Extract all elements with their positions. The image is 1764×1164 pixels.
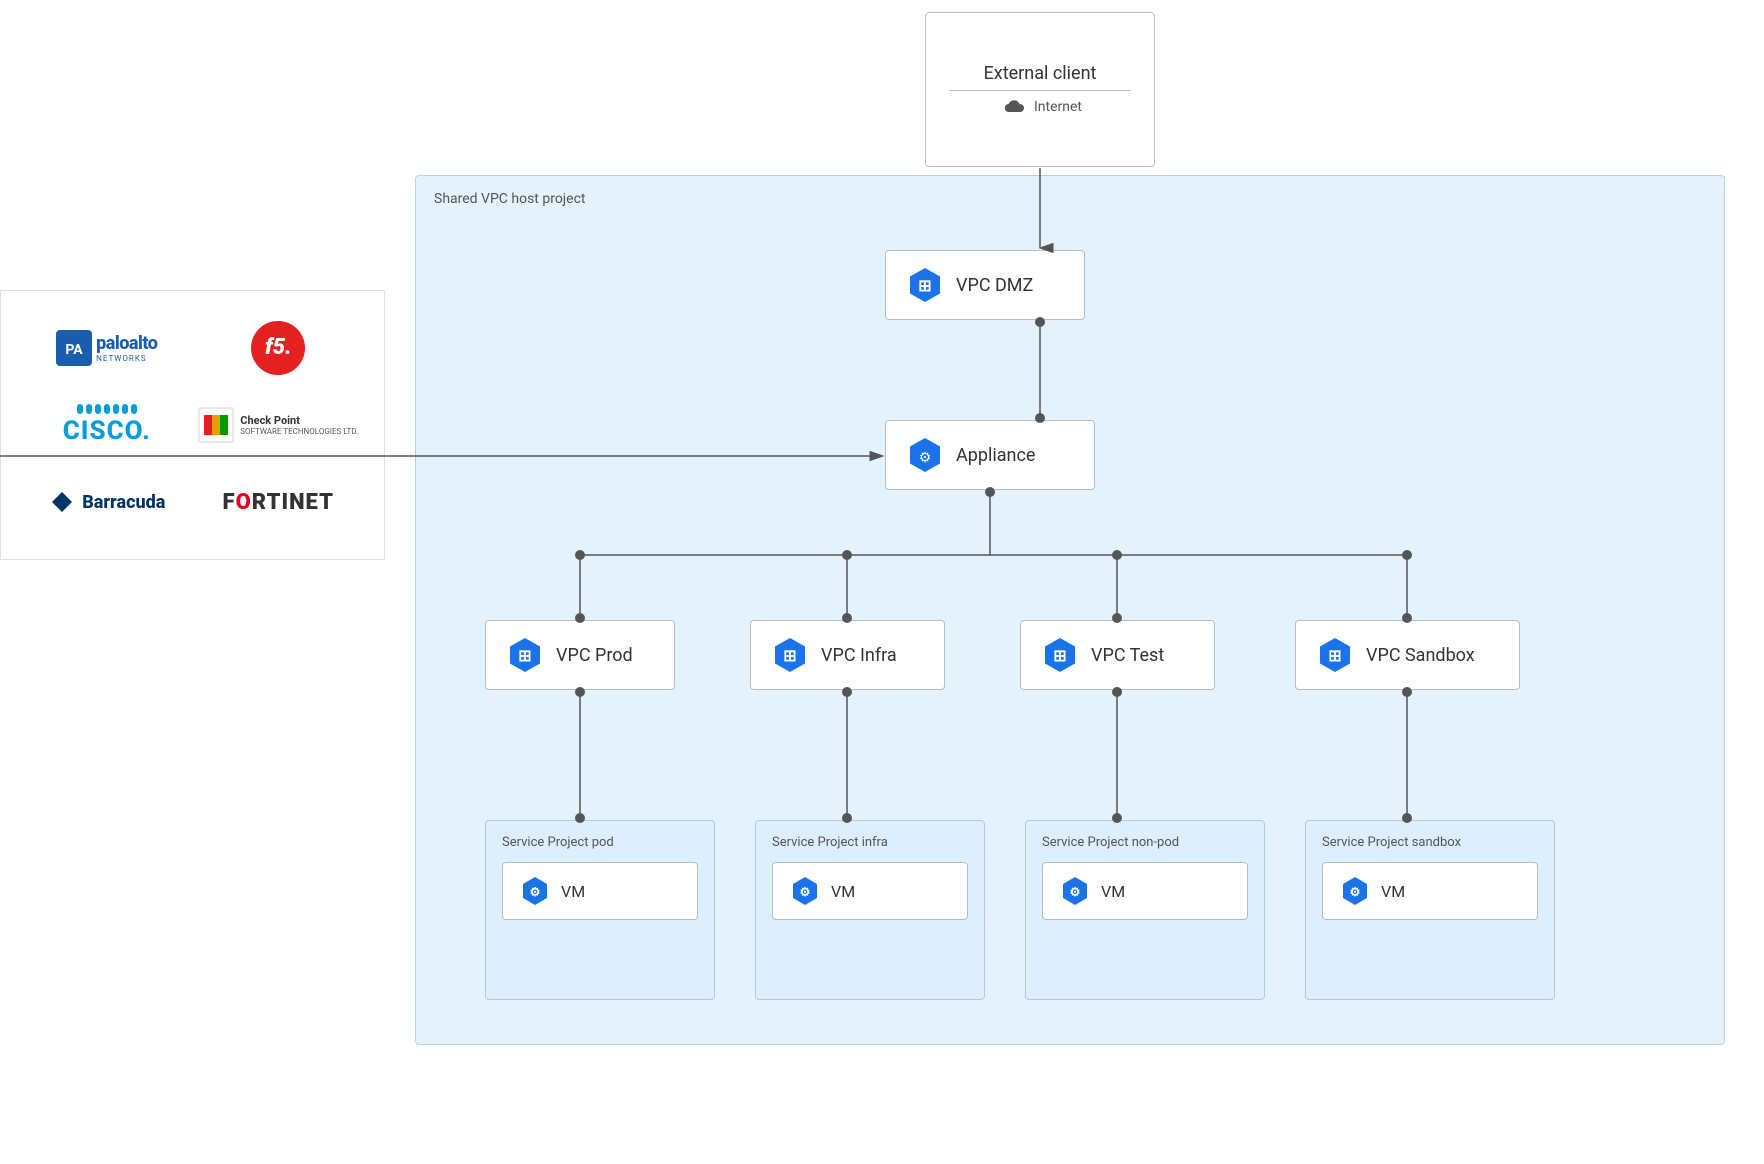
svg-text:⚙: ⚙ (919, 450, 932, 466)
shared-vpc-label: Shared VPC host project (434, 191, 585, 207)
vpc-infra-label: VPC Infra (821, 645, 897, 666)
cloud-icon (998, 97, 1026, 117)
vm-box-pod: ⚙ VM (502, 862, 698, 920)
vm-hex-icon-non-pod: ⚙ (1059, 875, 1091, 907)
vm-hex-icon-infra: ⚙ (789, 875, 821, 907)
vpc-test-box: ⊞ VPC Test (1020, 620, 1215, 690)
external-client-box: External client Internet (925, 12, 1155, 167)
vpc-test-icon: ⊞ (1041, 636, 1079, 674)
svg-text:⚙: ⚙ (800, 885, 811, 899)
vpc-dmz-label: VPC DMZ (956, 275, 1033, 296)
service-project-pod: Service Project pod ⚙ VM (485, 820, 715, 1000)
svg-text:⚙: ⚙ (1070, 885, 1081, 899)
svg-text:PA: PA (65, 342, 83, 358)
svg-text:⊞: ⊞ (518, 646, 531, 665)
service-project-sandbox-label: Service Project sandbox (1322, 835, 1538, 850)
internet-label-row: Internet (998, 97, 1082, 117)
vendor-logo-box: PA paloalto NETWORKS f5. CISCO. (0, 290, 385, 560)
cisco-logo: CISCO. (21, 386, 193, 463)
vpc-sandbox-label: VPC Sandbox (1366, 645, 1475, 666)
appliance-box: ⚙ Appliance (885, 420, 1095, 490)
vpc-sandbox-box: ⊞ VPC Sandbox (1295, 620, 1520, 690)
svg-text:⊞: ⊞ (1328, 646, 1341, 665)
vpc-prod-box: ⊞ VPC Prod (485, 620, 675, 690)
diagram-area: External client Internet Shared VPC host… (385, 0, 1764, 1164)
vm-label-non-pod: VM (1101, 882, 1125, 901)
service-project-infra: Service Project infra ⚙ VM (755, 820, 985, 1000)
vm-box-non-pod: ⚙ VM (1042, 862, 1248, 920)
vm-hex-icon-sandbox: ⚙ (1339, 875, 1371, 907)
vm-hex-icon-pod: ⚙ (519, 875, 551, 907)
vpc-infra-icon: ⊞ (771, 636, 809, 674)
appliance-label: Appliance (956, 445, 1035, 466)
svg-text:⊞: ⊞ (918, 276, 931, 295)
divider (949, 90, 1131, 91)
vpc-infra-box: ⊞ VPC Infra (750, 620, 945, 690)
service-project-pod-label: Service Project pod (502, 835, 698, 850)
vm-label-infra: VM (831, 882, 855, 901)
svg-text:⚙: ⚙ (1350, 885, 1361, 899)
vpc-dmz-box: ⊞ VPC DMZ (885, 250, 1085, 320)
svg-text:⚙: ⚙ (530, 885, 541, 899)
external-client-title: External client (984, 63, 1097, 84)
vpc-sandbox-icon: ⊞ (1316, 636, 1354, 674)
service-project-infra-label: Service Project infra (772, 835, 968, 850)
checkpoint-logo: Check Point SOFTWARE TECHNOLOGIES LTD. (193, 386, 365, 463)
vpc-prod-icon: ⊞ (506, 636, 544, 674)
service-project-sandbox: Service Project sandbox ⚙ VM (1305, 820, 1555, 1000)
service-project-non-pod-label: Service Project non-pod (1042, 835, 1248, 850)
vm-label-pod: VM (561, 882, 585, 901)
service-project-non-pod: Service Project non-pod ⚙ VM (1025, 820, 1265, 1000)
barracuda-logo: Barracuda (21, 464, 193, 541)
paloalto-logo: PA paloalto NETWORKS (21, 309, 193, 386)
internet-label: Internet (1034, 99, 1082, 115)
vpc-dmz-icon: ⊞ (906, 266, 944, 304)
vm-box-sandbox: ⚙ VM (1322, 862, 1538, 920)
vpc-test-label: VPC Test (1091, 645, 1164, 666)
f5-logo: f5. (193, 309, 365, 386)
fortinet-logo: FORTINET (193, 464, 365, 541)
vm-box-infra: ⚙ VM (772, 862, 968, 920)
svg-text:⊞: ⊞ (1053, 646, 1066, 665)
svg-text:⊞: ⊞ (783, 646, 796, 665)
appliance-icon: ⚙ (906, 436, 944, 474)
vm-label-sandbox: VM (1381, 882, 1405, 901)
vpc-prod-label: VPC Prod (556, 645, 633, 666)
